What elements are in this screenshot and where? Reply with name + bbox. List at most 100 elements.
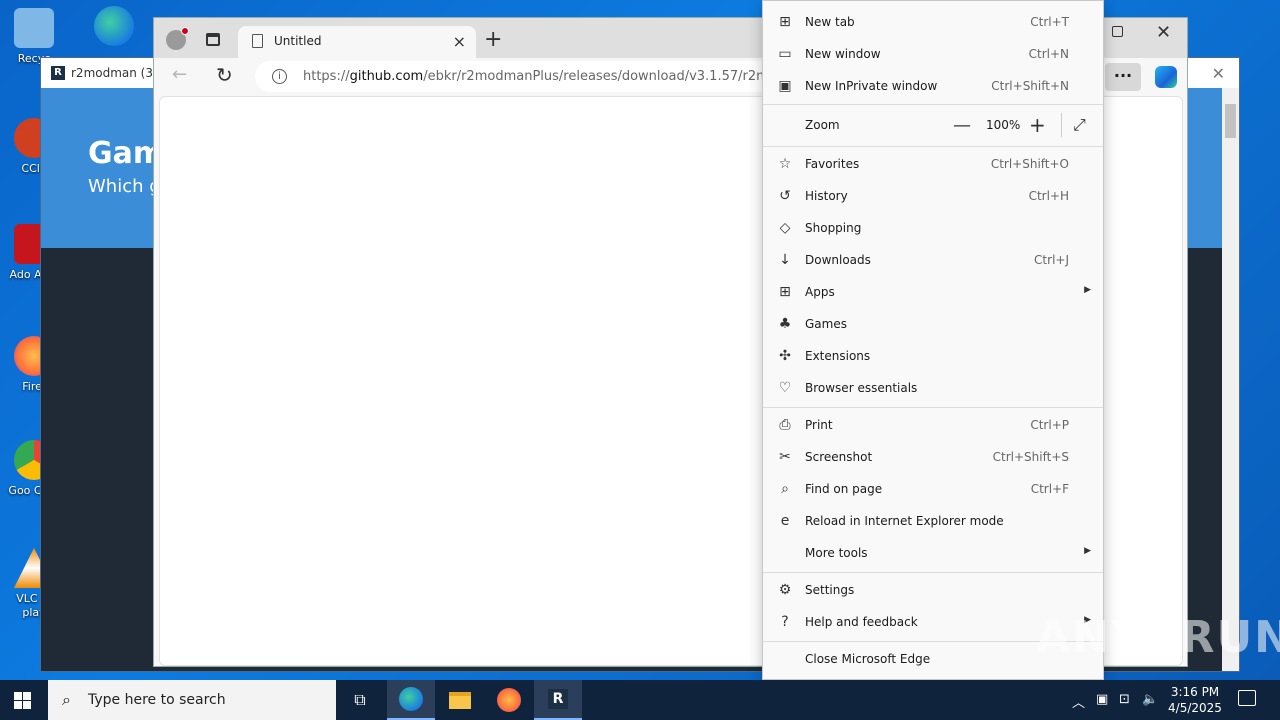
menu-item-settings[interactable]: ⚙ Settings — [763, 574, 1103, 606]
menu-item-apps[interactable]: ⊞ Apps ▶ — [763, 276, 1103, 308]
windows-logo-tile — [23, 692, 31, 700]
tab-untitled[interactable]: Untitled × — [238, 26, 476, 58]
r2modman-scrollbar[interactable] — [1222, 88, 1239, 671]
inprivate-icon: ▣ — [778, 78, 792, 94]
menu-item-label: Browser essentials — [805, 381, 918, 395]
menu-item-label: Downloads — [805, 253, 871, 267]
menu-item-favorites[interactable]: ☆ Favorites Ctrl+Shift+O — [763, 148, 1103, 180]
address-bar[interactable]: i https://github.com/ebkr/r2modmanPlus/r… — [255, 61, 815, 92]
menu-item-print[interactable]: ⎙ Print Ctrl+P — [763, 409, 1103, 441]
site-info-icon[interactable]: i — [272, 69, 287, 84]
edge-settings-menu: ⊞ New tab Ctrl+T ▭ New window Ctrl+N ▣ New InPr… — [762, 0, 1104, 680]
menu-item-label: Shopping — [805, 221, 862, 235]
menu-item-downloads[interactable]: ↓ Downloads Ctrl+J — [763, 244, 1103, 276]
downloads-icon: ↓ — [779, 252, 791, 268]
menu-item-shortcut: Ctrl+F — [1030, 482, 1069, 496]
taskbar-firefox-icon[interactable] — [485, 680, 533, 720]
search-icon: ⌕ — [62, 690, 71, 709]
menu-item-browser-essentials[interactable]: ♡ Browser essentials — [763, 372, 1103, 404]
tab-title: Untitled — [274, 34, 322, 48]
zoom-divider — [1061, 113, 1062, 137]
profile-avatar-icon[interactable] — [166, 27, 189, 50]
taskbar-r2modman-icon[interactable]: R — [534, 680, 582, 720]
zoom-out-icon[interactable]: — — [953, 115, 971, 136]
menu-item-more-tools[interactable]: More tools ▶ — [763, 537, 1103, 569]
tray-chevron-icon[interactable]: ︿ — [1072, 692, 1085, 711]
maximize-icon[interactable] — [1112, 26, 1123, 37]
desktop-icon-edge[interactable] — [84, 6, 144, 50]
taskbar-explorer-icon[interactable] — [436, 680, 484, 720]
menu-item-new-inprivate-window[interactable]: ▣ New InPrivate window Ctrl+Shift+N — [763, 70, 1103, 102]
menu-item-games[interactable]: ♣ Games — [763, 308, 1103, 340]
window-close-icon[interactable]: ✕ — [1156, 22, 1171, 43]
settings-icon: ⚙ — [778, 582, 792, 598]
taskbar-edge-icon[interactable] — [387, 680, 435, 720]
menu-item-screenshot[interactable]: ✂ Screenshot Ctrl+Shift+S — [763, 441, 1103, 473]
menu-item-label: Favorites — [805, 157, 860, 171]
start-button[interactable] — [14, 692, 31, 709]
notifications-icon[interactable] — [1238, 690, 1256, 706]
tab-actions-icon[interactable] — [206, 33, 220, 46]
menu-item-shortcut: Ctrl+Shift+N — [991, 79, 1069, 93]
screenshot-icon: ✂ — [779, 449, 791, 465]
url-text[interactable]: https://github.com/ebkr/r2modmanPlus/rel… — [303, 69, 785, 84]
menu-item-label: Apps — [805, 285, 835, 299]
edge-icon — [399, 687, 423, 711]
volume-icon[interactable]: 🔈 — [1142, 692, 1158, 707]
submenu-arrow-icon: ▶ — [1084, 546, 1091, 556]
back-icon[interactable]: ← — [172, 64, 187, 85]
recycle-bin-icon — [14, 8, 54, 48]
menu-item-label: Print — [805, 418, 833, 432]
menu-item-new-tab[interactable]: ⊞ New tab Ctrl+T — [763, 6, 1103, 38]
windows-logo-tile — [14, 692, 22, 700]
extensions-icon: ✣ — [779, 348, 791, 364]
menu-item-find-on-page[interactable]: ⌕ Find on page Ctrl+F — [763, 473, 1103, 505]
menu-item-label: Find on page — [805, 482, 883, 496]
r2modman-close-icon[interactable]: ✕ — [1212, 64, 1225, 83]
menu-item-extensions[interactable]: ✣ Extensions — [763, 340, 1103, 372]
menu-separator — [763, 146, 1103, 147]
firefox-icon — [497, 688, 521, 712]
menu-item-label: New window — [805, 47, 881, 61]
menu-item-label: New tab — [805, 15, 855, 29]
url-prefix: https:// — [303, 69, 350, 84]
clock[interactable]: 3:16 PM 4/5/2025 — [1166, 684, 1224, 716]
network-icon[interactable]: ⊡ — [1119, 692, 1130, 707]
url-host: github.com — [349, 69, 424, 84]
clock-time: 3:16 PM — [1170, 685, 1220, 699]
apps-icon: ⊞ — [779, 284, 791, 300]
games-icon: ♣ — [778, 316, 792, 332]
settings-and-more-button[interactable]: ··· — [1105, 63, 1141, 91]
new-window-icon: ▭ — [778, 46, 792, 62]
menu-item-reload-in-internet-explorer-mode[interactable]: e Reload in Internet Explorer mode — [763, 505, 1103, 537]
tray-app-icon[interactable]: ▣ — [1096, 692, 1108, 707]
folder-icon — [449, 691, 471, 709]
taskbar-search[interactable]: ⌕ Type here to search — [48, 680, 336, 720]
menu-item-shortcut: Ctrl+P — [1030, 418, 1069, 432]
menu-item-label: Screenshot — [805, 450, 873, 464]
menu-item-new-window[interactable]: ▭ New window Ctrl+N — [763, 38, 1103, 70]
submenu-arrow-icon: ▶ — [1084, 285, 1091, 295]
fullscreen-icon[interactable]: ⤢ — [1073, 115, 1086, 135]
menu-item-label: Settings — [805, 583, 855, 597]
menu-item-spacer — [777, 651, 793, 667]
menu-item-spacer — [777, 545, 793, 561]
menu-item-shopping[interactable]: ◇ Shopping — [763, 212, 1103, 244]
menu-item-shortcut: Ctrl+J — [1034, 253, 1069, 267]
menu-item-history[interactable]: ↺ History Ctrl+H — [763, 180, 1103, 212]
history-icon: ↺ — [779, 188, 791, 204]
task-view-icon[interactable]: ⧉ — [336, 680, 384, 720]
tab-close-icon[interactable]: × — [453, 32, 466, 51]
copilot-icon[interactable] — [1155, 66, 1177, 88]
menu-item-label: Games — [805, 317, 847, 331]
shopping-icon: ◇ — [779, 220, 791, 236]
help-icon: ? — [781, 614, 789, 630]
page-icon — [252, 34, 263, 48]
scrollbar-thumb[interactable] — [1225, 104, 1236, 138]
new-tab-button[interactable]: + — [484, 27, 502, 52]
menu-separator — [763, 572, 1103, 573]
reload-icon[interactable]: ↻ — [216, 63, 233, 87]
zoom-in-icon[interactable]: + — [1029, 113, 1046, 137]
menu-item-label: More tools — [805, 546, 868, 560]
windows-logo-tile — [14, 701, 22, 709]
